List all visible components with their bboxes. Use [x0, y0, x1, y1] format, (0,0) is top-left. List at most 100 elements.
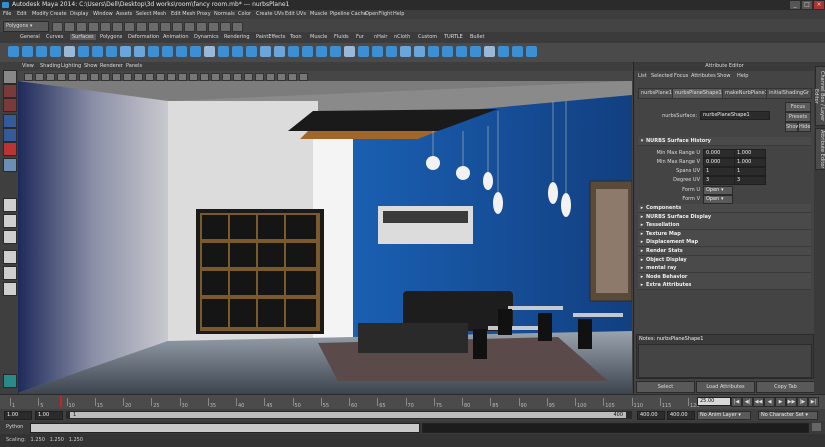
anim-layer-dropdown[interactable]: No Anim Layer ▾	[697, 411, 751, 420]
ae-tab-nurbsplane1[interactable]: nurbsPlane1	[638, 88, 676, 99]
ae-tab-makenurbplane1[interactable]: makeNurbPlane1	[722, 88, 771, 99]
trim-icon[interactable]	[274, 46, 285, 57]
nurbs-plane-icon[interactable]	[64, 46, 75, 57]
field-degree-uv-2[interactable]: 3	[734, 176, 766, 185]
menu-color[interactable]: Color	[238, 11, 251, 17]
menu-display[interactable]: Display	[70, 11, 88, 17]
ae-tab-nurbsplaneshape1[interactable]: nurbsPlaneShape1	[672, 88, 725, 99]
ambient-occlusion-icon[interactable]	[255, 73, 264, 81]
reverse-icon[interactable]	[414, 46, 425, 57]
character-set-dropdown[interactable]: No Character Set ▾	[758, 411, 818, 420]
nurbs-cylinder-icon[interactable]	[36, 46, 47, 57]
revolve-icon[interactable]	[120, 46, 131, 57]
depth-of-field-icon[interactable]	[277, 73, 286, 81]
duplicate-curve-icon[interactable]	[484, 46, 495, 57]
node-name-field[interactable]: nurbsPlaneShape1	[700, 111, 770, 120]
visor-icon[interactable]	[3, 374, 17, 388]
step-back-key-icon[interactable]: ◀◀	[753, 397, 764, 407]
field-min-max-range-v-2[interactable]: 1.000	[734, 158, 766, 167]
single-perspective-layout-icon[interactable]	[3, 198, 17, 212]
notes-textarea[interactable]	[638, 344, 812, 378]
planar-icon[interactable]	[148, 46, 159, 57]
select-button[interactable]: Select	[636, 381, 695, 393]
round-icon[interactable]	[428, 46, 439, 57]
four-view-layout-icon[interactable]	[3, 214, 17, 228]
menu-edit-uvs[interactable]: Edit UVs	[285, 11, 306, 17]
shelf-tab-polygons[interactable]: Polygons	[100, 34, 122, 40]
extrude-icon[interactable]	[162, 46, 173, 57]
shelf-tab-custom[interactable]: Custom	[418, 34, 437, 40]
snap-curve-icon[interactable]	[160, 22, 171, 32]
rebuild-icon[interactable]	[400, 46, 411, 57]
ipr-render-icon[interactable]	[208, 22, 219, 32]
shelf-tab-deformation[interactable]: Deformation	[128, 34, 159, 40]
ae-menu-list[interactable]: List	[638, 73, 647, 79]
image-plane-icon[interactable]	[57, 73, 66, 81]
align-icon[interactable]	[330, 46, 341, 57]
viewport-menu-shading[interactable]: Shading	[40, 63, 60, 69]
safe-title-icon[interactable]	[134, 73, 143, 81]
ae-menu-focus[interactable]: Focus	[674, 73, 688, 79]
smooth-shade-icon[interactable]	[156, 73, 165, 81]
menu-create[interactable]: Create	[50, 11, 67, 17]
untrim-icon[interactable]	[288, 46, 299, 57]
menu-create-uvs[interactable]: Create UVs	[256, 11, 284, 17]
select-by-object-icon[interactable]	[124, 22, 135, 32]
rotate-tool-icon[interactable]	[3, 128, 17, 142]
resolution-gate-icon[interactable]	[90, 73, 99, 81]
menu-modify[interactable]: Modify	[32, 11, 49, 17]
end-time-field[interactable]: 400.00	[667, 411, 695, 420]
grid-icon[interactable]	[68, 73, 77, 81]
range-bar-track[interactable]: 1 400	[66, 411, 632, 419]
ae-menu-help[interactable]: Help	[737, 73, 748, 79]
x-ray-joints-icon[interactable]	[233, 73, 242, 81]
save-scene-icon[interactable]	[76, 22, 87, 32]
hypershade-icon[interactable]	[232, 22, 243, 32]
copy-tab-button[interactable]: Copy Tab	[756, 381, 815, 393]
menu-proxy[interactable]: Proxy	[197, 11, 211, 17]
sculpt-icon[interactable]	[456, 46, 467, 57]
shelf-tab-animation[interactable]: Animation	[163, 34, 189, 40]
shelf-tab-general[interactable]: General	[20, 34, 40, 40]
shelf-tab-painteffects[interactable]: PaintEffects	[256, 34, 285, 40]
bookmark-icon[interactable]	[46, 73, 55, 81]
shelf-tab-curves[interactable]: Curves	[46, 34, 63, 40]
motion-blur-icon[interactable]	[288, 73, 297, 81]
menu-select[interactable]: Select	[136, 11, 151, 17]
open-close-icon[interactable]	[344, 46, 355, 57]
nurbs-sphere-icon[interactable]	[8, 46, 19, 57]
show-button[interactable]: Show	[785, 122, 800, 132]
viewport-menu-view[interactable]: View	[22, 63, 34, 69]
antialias-icon[interactable]	[266, 73, 275, 81]
field-spans-uv-2[interactable]: 1	[734, 167, 766, 176]
x-ray-icon[interactable]	[222, 73, 231, 81]
ae-menu-selected[interactable]: Selected	[651, 73, 673, 79]
scale-tool-icon[interactable]	[3, 142, 17, 156]
extend-icon[interactable]	[372, 46, 383, 57]
shelf-tab-rendering[interactable]: Rendering	[224, 34, 250, 40]
maximize-button[interactable]: □	[802, 1, 812, 9]
select-by-component-icon[interactable]	[136, 22, 147, 32]
shelf-tab-surfaces[interactable]: Surfaces	[70, 34, 96, 40]
attribute-editor-tab[interactable]: Attribute Editor	[815, 128, 825, 170]
channel-box-tab[interactable]: Channel Box / Layer Editor	[813, 66, 825, 126]
playback-start-field[interactable]: 1.00	[35, 411, 63, 420]
viewport-menu-renderer[interactable]: Renderer	[100, 63, 123, 69]
menu-edit[interactable]: Edit	[17, 11, 27, 17]
screen-space-icon[interactable]	[299, 73, 308, 81]
play-forwards-icon[interactable]: ▶	[775, 397, 786, 407]
wireframe-icon[interactable]	[145, 73, 154, 81]
paint-select-tool-icon[interactable]	[3, 98, 17, 112]
minimize-button[interactable]: _	[790, 1, 800, 9]
field-spans-uv-1[interactable]: 1	[703, 167, 735, 176]
menu-muscle[interactable]: Muscle	[310, 11, 327, 17]
menu-file[interactable]: File	[3, 11, 11, 17]
form-u-dropdown[interactable]: Open ▾	[703, 186, 733, 195]
shelf-tab-turtle[interactable]: TURTLE	[444, 34, 463, 40]
new-scene-icon[interactable]	[52, 22, 63, 32]
nurbs-cone-icon[interactable]	[50, 46, 61, 57]
command-language-label[interactable]: Python	[6, 424, 23, 430]
form-v-dropdown[interactable]: Open ▾	[703, 195, 733, 204]
open-scene-icon[interactable]	[64, 22, 75, 32]
step-forward-key-icon[interactable]: ▶▶	[786, 397, 797, 407]
